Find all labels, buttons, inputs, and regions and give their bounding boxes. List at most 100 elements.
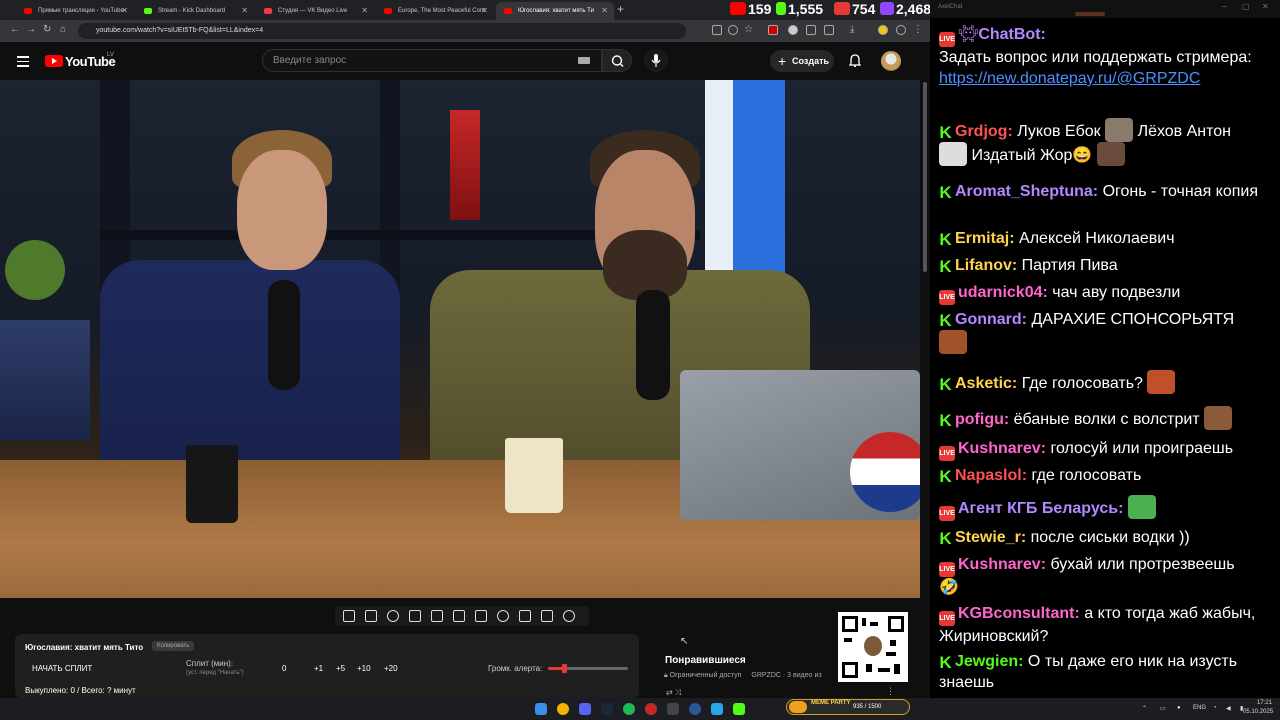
page-scrollbar[interactable] bbox=[920, 42, 930, 698]
search-input[interactable]: Введите запрос bbox=[262, 49, 602, 72]
chat-username[interactable]: Asketic: bbox=[955, 375, 1017, 392]
chat-username[interactable]: ChatBot: bbox=[978, 26, 1046, 43]
profile-icon[interactable] bbox=[878, 25, 888, 35]
maximize-icon[interactable]: ▢ bbox=[1242, 2, 1250, 11]
clock-time[interactable]: 17:21 bbox=[1257, 700, 1272, 706]
close-icon[interactable]: ✕ bbox=[121, 2, 128, 20]
speed-gauge-icon[interactable] bbox=[497, 610, 509, 622]
telegram-icon[interactable] bbox=[711, 703, 723, 715]
chat-username[interactable]: Агент КГБ Беларусь: bbox=[958, 500, 1123, 517]
network-icon[interactable]: ▭ bbox=[1160, 705, 1166, 712]
loop-icon[interactable] bbox=[343, 610, 355, 622]
user-avatar[interactable] bbox=[881, 51, 901, 71]
app-icon[interactable] bbox=[667, 703, 679, 715]
screenshot-camera-icon[interactable] bbox=[541, 610, 553, 622]
close-icon[interactable]: ✕ bbox=[361, 2, 368, 20]
audio-wave-icon[interactable] bbox=[387, 610, 399, 622]
slider-handle[interactable] bbox=[562, 664, 567, 673]
tab-kick-dashboard[interactable]: Stream - Kick Dashboard ✕ bbox=[136, 2, 254, 20]
opera-icon[interactable] bbox=[645, 703, 657, 715]
scrollbar-thumb[interactable] bbox=[923, 82, 927, 272]
film-strip-icon[interactable] bbox=[475, 610, 487, 622]
chat-username[interactable]: Kushnarev: bbox=[958, 556, 1046, 573]
wifi-icon[interactable]: ◔ bbox=[1213, 705, 1217, 711]
chat-username[interactable]: Aromat_Sheptuna: bbox=[955, 183, 1098, 200]
app-icon[interactable] bbox=[689, 703, 701, 715]
extension-icon[interactable] bbox=[896, 25, 906, 35]
add-5-button[interactable]: +5 bbox=[336, 664, 345, 673]
copy-button[interactable]: Копировать bbox=[152, 641, 195, 651]
extension-icon[interactable] bbox=[712, 25, 722, 35]
language-indicator[interactable]: ENG bbox=[1193, 705, 1206, 711]
video-player[interactable] bbox=[0, 80, 920, 598]
close-icon[interactable]: ✕ bbox=[1262, 2, 1269, 11]
bookmark-star-icon[interactable]: ☆ bbox=[744, 24, 753, 35]
chat-username[interactable]: Kushnarev: bbox=[958, 440, 1046, 457]
create-button[interactable]: + Создать bbox=[770, 50, 834, 72]
close-icon[interactable]: ✕ bbox=[481, 2, 488, 20]
chat-username[interactable]: udarnick04: bbox=[958, 284, 1048, 301]
clock-date[interactable]: 05.10.2025 bbox=[1243, 709, 1273, 715]
chevron-up-icon[interactable]: ⌃ bbox=[1142, 705, 1147, 712]
url-field[interactable]: youtube.com/watch?v=siUEt5Tb-FQ&list=LL&… bbox=[78, 23, 686, 39]
split-minutes-value[interactable]: 0 bbox=[282, 664, 286, 673]
steam-icon[interactable] bbox=[601, 703, 613, 715]
app-icon[interactable] bbox=[733, 703, 745, 715]
download-icon[interactable]: ⤓ bbox=[850, 24, 854, 35]
chat-username[interactable]: Ermitaj: bbox=[955, 230, 1015, 247]
home-icon[interactable]: ⌂ bbox=[60, 24, 66, 35]
chat-username[interactable]: pofigu: bbox=[955, 411, 1009, 428]
start-menu-icon[interactable] bbox=[535, 703, 547, 715]
back-icon[interactable]: ← bbox=[10, 24, 20, 35]
zoom-icon[interactable] bbox=[728, 25, 738, 35]
picture-in-picture-icon[interactable] bbox=[453, 610, 465, 622]
voice-search-button[interactable] bbox=[644, 49, 668, 72]
start-split-button[interactable]: НАЧАТЬ СПЛИТ bbox=[32, 664, 92, 673]
alert-volume-slider[interactable] bbox=[548, 664, 628, 673]
kebab-menu-icon[interactable]: ⋮ bbox=[913, 24, 923, 35]
chat-username[interactable]: Grdjog: bbox=[955, 123, 1013, 140]
kebab-menu-icon[interactable]: ⋮ bbox=[886, 686, 895, 697]
tab-yugoslavia-video[interactable]: Югославия: хватит мять Ти ✕ bbox=[496, 2, 614, 20]
meme-party-widget[interactable]: MEME PARTY 935 / 1500 bbox=[786, 699, 910, 715]
discord-icon[interactable] bbox=[579, 703, 591, 715]
spotify-icon[interactable] bbox=[623, 703, 635, 715]
chat-username[interactable]: Lifanov: bbox=[955, 257, 1017, 274]
tab-youtube-live[interactable]: Прямые трансляции - YouTube ✕ bbox=[16, 2, 134, 20]
search-button[interactable] bbox=[602, 49, 632, 72]
tab-vk-studio[interactable]: Студия — VK Видео Live ✕ bbox=[256, 2, 374, 20]
chat-username[interactable]: Jewgien: bbox=[955, 653, 1023, 670]
minimize-icon[interactable]: – bbox=[1222, 2, 1226, 11]
gear-icon[interactable] bbox=[563, 610, 575, 622]
extension-icon[interactable] bbox=[768, 25, 778, 35]
puzzle-icon[interactable] bbox=[824, 25, 834, 35]
chat-username[interactable]: Stewie_r: bbox=[955, 529, 1026, 546]
add-1-button[interactable]: +1 bbox=[314, 664, 323, 673]
add-frame-icon[interactable] bbox=[519, 610, 531, 622]
notifications-bell-icon[interactable] bbox=[849, 54, 861, 67]
hamburger-menu-icon[interactable] bbox=[17, 56, 29, 70]
chat-resize-handle[interactable] bbox=[1075, 12, 1105, 16]
add-10-button[interactable]: +10 bbox=[357, 664, 371, 673]
forward-icon[interactable]: → bbox=[26, 24, 36, 35]
extension-icon[interactable] bbox=[788, 25, 798, 35]
extension-icon[interactable] bbox=[806, 25, 816, 35]
playlist-title[interactable]: Понравившиеся bbox=[665, 655, 746, 666]
chrome-icon[interactable] bbox=[557, 703, 569, 715]
add-20-button[interactable]: +20 bbox=[384, 664, 398, 673]
new-tab-button[interactable]: + bbox=[617, 2, 624, 16]
film-icon[interactable] bbox=[431, 610, 443, 622]
reload-icon[interactable]: ↻ bbox=[43, 24, 51, 35]
playlist-loop-icon[interactable]: ⇄ ⤨ bbox=[666, 688, 681, 698]
tab-europe-video[interactable]: Europe, The Most Peaceful Cont ✕ bbox=[376, 2, 494, 20]
donate-link[interactable]: https://new.donatepay.ru/@GRPZDC bbox=[939, 70, 1200, 87]
camera-settings-icon[interactable] bbox=[409, 610, 421, 622]
mic-icon[interactable]: ● bbox=[1177, 705, 1181, 711]
volume-icon[interactable]: ◀ bbox=[1226, 705, 1231, 712]
sort-icon[interactable] bbox=[365, 610, 377, 622]
chat-username[interactable]: Gonnard: bbox=[955, 311, 1027, 328]
keyboard-icon[interactable] bbox=[578, 57, 590, 64]
chat-username[interactable]: Napaslol: bbox=[955, 467, 1027, 484]
close-icon[interactable]: ✕ bbox=[241, 2, 248, 20]
close-icon[interactable]: ✕ bbox=[601, 2, 608, 20]
